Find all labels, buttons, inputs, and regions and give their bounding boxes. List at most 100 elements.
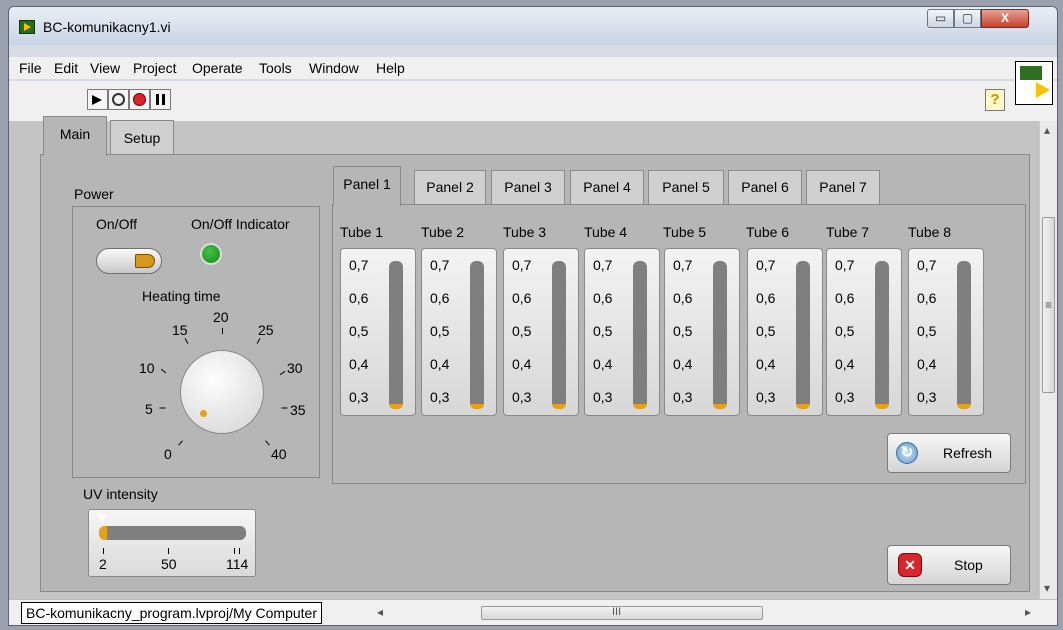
tube-level-fill xyxy=(552,404,566,409)
menu-operate[interactable]: Operate xyxy=(192,60,243,76)
scroll-up-icon[interactable]: ▴ xyxy=(1044,123,1050,137)
scroll-down-icon[interactable]: ▾ xyxy=(1044,581,1050,595)
tube-1-label: Tube 1 xyxy=(340,224,384,240)
tube-scale-label: 0,4 xyxy=(512,356,532,372)
menu-edit[interactable]: Edit xyxy=(54,60,78,76)
tube-3-label: Tube 3 xyxy=(503,224,547,240)
tab-panel-7[interactable]: Panel 7 xyxy=(806,170,880,204)
tube-4-label: Tube 4 xyxy=(584,224,628,240)
tube-3-meter: 0,7 0,6 0,5 0,4 0,3 xyxy=(503,248,579,416)
run-continuously-button[interactable] xyxy=(108,89,129,110)
vi-icon-graph xyxy=(1020,66,1042,80)
tube-scale-label: 0,6 xyxy=(349,290,369,306)
window-title: BC-komunikacny1.vi xyxy=(43,19,171,35)
tube-scale-label: 0,5 xyxy=(512,323,532,339)
dial-tick-label: 20 xyxy=(213,309,229,325)
tab-panel-6[interactable]: Panel 6 xyxy=(728,170,802,204)
menu-project[interactable]: Project xyxy=(133,60,177,76)
menu-file[interactable]: File xyxy=(19,60,42,76)
close-button[interactable]: X xyxy=(981,9,1029,28)
hscroll-grip-icon: III xyxy=(612,606,622,618)
on-off-label: On/Off xyxy=(96,216,137,232)
tab-main[interactable]: Main xyxy=(43,116,107,156)
tube-scale-label: 0,4 xyxy=(349,356,369,372)
horizontal-scroll-thumb[interactable]: III xyxy=(481,606,763,620)
refresh-button[interactable]: ↻ Refresh xyxy=(887,433,1011,473)
tube-scale-label: 0,6 xyxy=(430,290,450,306)
tube-scale-label: 0,5 xyxy=(593,323,613,339)
tube-scale-label: 0,3 xyxy=(349,389,369,405)
tube-scale-label: 0,4 xyxy=(430,356,450,372)
dial-tick-label: 30 xyxy=(287,360,303,376)
uv-tick-label: 50 xyxy=(161,556,177,572)
tube-scale-label: 0,5 xyxy=(756,323,776,339)
tube-scale-label: 0,7 xyxy=(593,257,613,273)
tube-level-bar xyxy=(552,261,566,409)
tube-scale-label: 0,6 xyxy=(512,290,532,306)
on-off-indicator-label: On/Off Indicator xyxy=(191,216,290,232)
on-off-switch[interactable] xyxy=(96,248,162,274)
menu-tools[interactable]: Tools xyxy=(259,60,292,76)
dial-tick-mark xyxy=(222,328,223,334)
tube-2-meter: 0,7 0,6 0,5 0,4 0,3 xyxy=(421,248,497,416)
dial-tick-label: 10 xyxy=(139,360,155,376)
scroll-right-icon[interactable]: ▸ xyxy=(1025,605,1031,619)
tab-panel-5[interactable]: Panel 5 xyxy=(648,170,724,204)
refresh-icon: ↻ xyxy=(896,442,918,464)
context-help-button[interactable]: ? xyxy=(985,89,1005,111)
scroll-left-icon[interactable]: ◂ xyxy=(377,605,383,619)
tube-scale-label: 0,7 xyxy=(430,257,450,273)
tab-panel-2[interactable]: Panel 2 xyxy=(414,170,486,204)
uv-intensity-slider[interactable]: 2 50 114 xyxy=(88,509,256,577)
tube-scale-label: 0,5 xyxy=(430,323,450,339)
maximize-button[interactable]: ▢ xyxy=(954,9,981,28)
tube-level-bar xyxy=(796,261,810,409)
tube-scale-label: 0,4 xyxy=(593,356,613,372)
tube-level-fill xyxy=(957,404,971,409)
tab-panel-4[interactable]: Panel 4 xyxy=(570,170,644,204)
power-section xyxy=(72,206,320,478)
tube-5-meter: 0,7 0,6 0,5 0,4 0,3 xyxy=(664,248,740,416)
minimize-button[interactable]: ▭ xyxy=(927,9,954,28)
tube-8-label: Tube 8 xyxy=(908,224,952,240)
tube-scale-label: 0,6 xyxy=(756,290,776,306)
tube-level-bar xyxy=(470,261,484,409)
tab-panel-1[interactable]: Panel 1 xyxy=(333,166,401,206)
vi-icon[interactable] xyxy=(1015,61,1053,105)
project-path: BC-komunikacny_program.lvproj/My Compute… xyxy=(21,602,322,624)
labview-app-icon xyxy=(19,20,35,34)
dial-tick-mark xyxy=(159,407,166,409)
uv-tick-mark xyxy=(168,548,169,554)
tube-1-meter: 0,7 0,6 0,5 0,4 0,3 xyxy=(340,248,416,416)
tube-level-bar xyxy=(875,261,889,409)
uv-slider-track[interactable] xyxy=(99,526,246,540)
vertical-scrollbar[interactable]: ▴ ≡ ▾ xyxy=(1039,121,1057,599)
uv-slider-pointer[interactable] xyxy=(97,514,107,523)
pause-icon-bar xyxy=(162,94,165,105)
toolbar: ? xyxy=(9,81,1057,122)
dial-tick-label: 40 xyxy=(271,446,287,462)
tube-scale-label: 0,5 xyxy=(917,323,937,339)
tube-scale-label: 0,7 xyxy=(756,257,776,273)
refresh-label: Refresh xyxy=(943,445,993,461)
menu-window[interactable]: Window xyxy=(309,60,359,76)
tube-level-fill xyxy=(633,404,647,409)
abort-button[interactable] xyxy=(129,89,150,110)
horizontal-scrollbar[interactable]: ◂ III ▸ xyxy=(377,604,1039,622)
tube-level-fill xyxy=(796,404,810,409)
heating-time-knob[interactable] xyxy=(180,350,264,434)
scroll-grip-icon: ≡ xyxy=(1045,298,1053,312)
tube-scale-label: 0,7 xyxy=(673,257,693,273)
menu-view[interactable]: View xyxy=(90,60,120,76)
tab-panel-3[interactable]: Panel 3 xyxy=(491,170,565,204)
stop-button[interactable]: ✕ Stop xyxy=(887,545,1011,585)
run-button[interactable] xyxy=(87,89,108,110)
dial-tick-label: 5 xyxy=(145,401,153,417)
tube-scale-label: 0,7 xyxy=(835,257,855,273)
vertical-scroll-thumb[interactable]: ≡ xyxy=(1042,217,1055,393)
tube-8-meter: 0,7 0,6 0,5 0,4 0,3 xyxy=(908,248,984,416)
pause-button[interactable] xyxy=(150,89,171,110)
tube-7-label: Tube 7 xyxy=(826,224,870,240)
menu-help[interactable]: Help xyxy=(376,60,405,76)
tab-setup[interactable]: Setup xyxy=(110,120,174,154)
